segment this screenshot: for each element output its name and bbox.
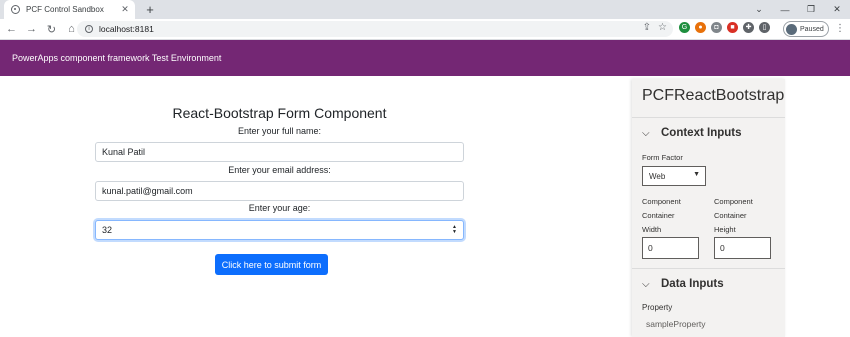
form-title: React-Bootstrap Form Component <box>172 105 387 121</box>
close-window-button[interactable]: ✕ <box>824 0 850 19</box>
chevron-down-icon: ⌵ <box>642 127 650 139</box>
age-field[interactable]: 32 ▲ ▼ <box>95 220 464 240</box>
profile-button[interactable]: Paused <box>783 21 829 37</box>
properties-panel: PCFReactBootstrap ⌵ Context Inputs Form … <box>632 79 785 337</box>
name-label: Enter your full name: <box>237 126 322 136</box>
url-text: localhost:8181 <box>99 24 154 34</box>
context-inputs-heading: Context Inputs <box>661 127 742 139</box>
maximize-button[interactable]: ❐ <box>798 0 824 19</box>
back-icon[interactable]: ← <box>3 21 20 38</box>
window-controls: ⌄ — ❐ ✕ <box>746 0 850 19</box>
chevron-down-icon: ▼ <box>693 171 700 178</box>
age-label: Enter your age: <box>248 203 311 213</box>
browser-tab-strip: PCF Control Sandbox ✕ + ⌄ — ❐ ✕ <box>0 0 850 19</box>
reload-icon[interactable]: ↻ <box>43 21 60 38</box>
red-extension-icon[interactable]: ■ <box>727 22 738 33</box>
form-factor-label: Form Factor <box>642 153 683 162</box>
profile-status: Paused <box>800 25 824 33</box>
width-field[interactable]: 0 <box>642 237 699 259</box>
form-factor-select[interactable]: Web ▼ <box>642 166 706 186</box>
form-factor-value: Web <box>649 171 666 181</box>
height-field[interactable]: 0 <box>714 237 771 259</box>
globe-icon <box>11 5 20 14</box>
puzzle-extensions-icon[interactable]: ✚ <box>743 22 754 33</box>
email-field[interactable]: kunal.patil@gmail.com <box>95 181 464 201</box>
data-inputs-heading: Data Inputs <box>661 278 724 290</box>
color-extension-icon[interactable]: ● <box>695 22 706 33</box>
name-field[interactable]: Kunal Patil <box>95 142 464 162</box>
submit-button[interactable]: Click here to submit form <box>215 254 328 275</box>
email-field-value: kunal.patil@gmail.com <box>102 186 193 196</box>
name-field-value: Kunal Patil <box>102 147 146 157</box>
chevron-down-icon: ⌵ <box>642 278 650 290</box>
forward-icon[interactable]: → <box>23 21 40 38</box>
context-inputs-header[interactable]: ⌵ Context Inputs <box>642 127 742 139</box>
divider <box>632 117 785 118</box>
address-bar[interactable]: i localhost:8181 ⇪ ☆ <box>77 21 673 37</box>
browser-toolbar: ← → ↻ ⌂ i localhost:8181 ⇪ ☆ G ● ◘ ■ ✚ ▯… <box>0 19 850 40</box>
divider <box>632 268 785 269</box>
property-value: sampleProperty <box>646 319 706 329</box>
spinner-down-icon[interactable]: ▼ <box>452 230 457 235</box>
new-tab-button[interactable]: + <box>143 2 157 17</box>
browser-tab[interactable]: PCF Control Sandbox ✕ <box>4 0 135 19</box>
camera-extension-icon[interactable]: ◘ <box>711 22 722 33</box>
email-label: Enter your email address: <box>228 165 331 175</box>
extensions-bar: G ● ◘ ■ ✚ ▯ <box>679 22 770 33</box>
app-header-title: PowerApps component framework Test Envir… <box>12 53 222 63</box>
site-info-icon[interactable]: i <box>85 25 93 33</box>
bookmark-star-icon[interactable]: ☆ <box>658 22 667 33</box>
app-header: PowerApps component framework Test Envir… <box>0 40 850 76</box>
tab-close-icon[interactable]: ✕ <box>119 4 131 15</box>
form-area: React-Bootstrap Form Component Enter you… <box>0 76 620 337</box>
tab-search-icon[interactable]: ⌄ <box>746 0 772 19</box>
age-stepper[interactable]: ▲ ▼ <box>452 225 457 235</box>
property-label: Property <box>642 303 673 312</box>
browser-menu-icon[interactable]: ⋮ <box>835 22 845 36</box>
height-label: Component Container Height <box>714 197 753 234</box>
age-field-value: 32 <box>102 225 113 235</box>
width-label: Component Container Width <box>642 197 681 234</box>
avatar <box>786 23 797 35</box>
share-icon[interactable]: ⇪ <box>643 22 651 33</box>
tab-title: PCF Control Sandbox <box>26 5 104 14</box>
grammarly-extension-icon[interactable]: G <box>679 22 690 33</box>
minimize-button[interactable]: — <box>772 0 798 19</box>
data-inputs-header[interactable]: ⌵ Data Inputs <box>642 278 724 290</box>
side-panel-icon[interactable]: ▯ <box>759 22 770 33</box>
panel-title: PCFReactBootstrap <box>642 87 785 104</box>
